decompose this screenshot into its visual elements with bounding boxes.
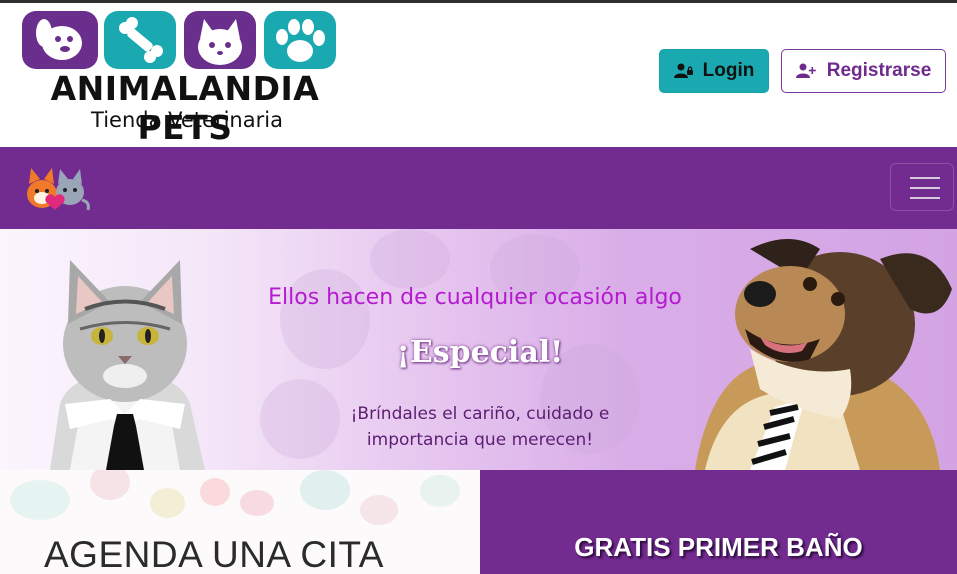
banner-paw-decoration	[370, 229, 450, 289]
pastel-paw-decoration	[200, 478, 230, 506]
site-header: ANIMALANDIA PETS Tienda Veterinaria Logi…	[0, 3, 957, 147]
register-button[interactable]: Registrarse	[781, 49, 946, 93]
main-navbar	[0, 147, 957, 229]
appointment-panel[interactable]: AGENDA UNA CITA	[0, 470, 480, 574]
pastel-paw-decoration	[360, 495, 398, 525]
site-logo[interactable]: ANIMALANDIA PETS Tienda Veterinaria	[22, 11, 342, 147]
pastel-paw-decoration	[300, 470, 350, 510]
login-button[interactable]: Login	[659, 49, 769, 93]
hero-banner: Ellos hacen de cualquier ocasión algo ¡E…	[0, 229, 957, 470]
logo-pet-tiles-icon	[22, 11, 336, 69]
user-plus-icon	[795, 63, 816, 78]
register-label: Registrarse	[826, 60, 932, 81]
banner-tagline: ¡Bríndales el cariño, cuidado e importan…	[320, 401, 640, 453]
pastel-paw-decoration	[10, 480, 70, 520]
hamburger-menu-icon	[910, 197, 940, 199]
free-bath-title: GRATIS PRIMER BAÑO	[574, 532, 863, 562]
banner-tagline-line: importancia que merecen!	[366, 430, 594, 450]
banner-headline: Ellos hacen de cualquier ocasión algo	[268, 285, 682, 310]
brand-subtitle: Tienda Veterinaria	[91, 108, 283, 132]
pastel-paw-decoration	[240, 490, 274, 516]
free-bath-panel[interactable]: GRATIS PRIMER BAÑO	[480, 470, 957, 574]
login-label: Login	[702, 60, 755, 81]
hamburger-menu-icon	[910, 177, 940, 179]
navbar-toggle-button[interactable]	[890, 163, 954, 211]
user-lock-icon	[673, 63, 693, 78]
pastel-paw-decoration	[150, 488, 185, 518]
appointment-title: AGENDA UNA CITA	[44, 534, 384, 574]
banner-highlight: ¡Especial!	[396, 335, 564, 370]
hamburger-menu-icon	[910, 187, 940, 189]
banner-tagline-line: ¡Bríndales el cariño, cuidado e	[350, 404, 610, 424]
kittens-love-icon[interactable]	[18, 162, 92, 214]
pastel-paw-decoration	[420, 475, 460, 507]
pastel-paw-decoration	[90, 470, 130, 500]
cat-in-tie-image	[50, 260, 205, 470]
dog-in-tie-image	[695, 239, 952, 470]
